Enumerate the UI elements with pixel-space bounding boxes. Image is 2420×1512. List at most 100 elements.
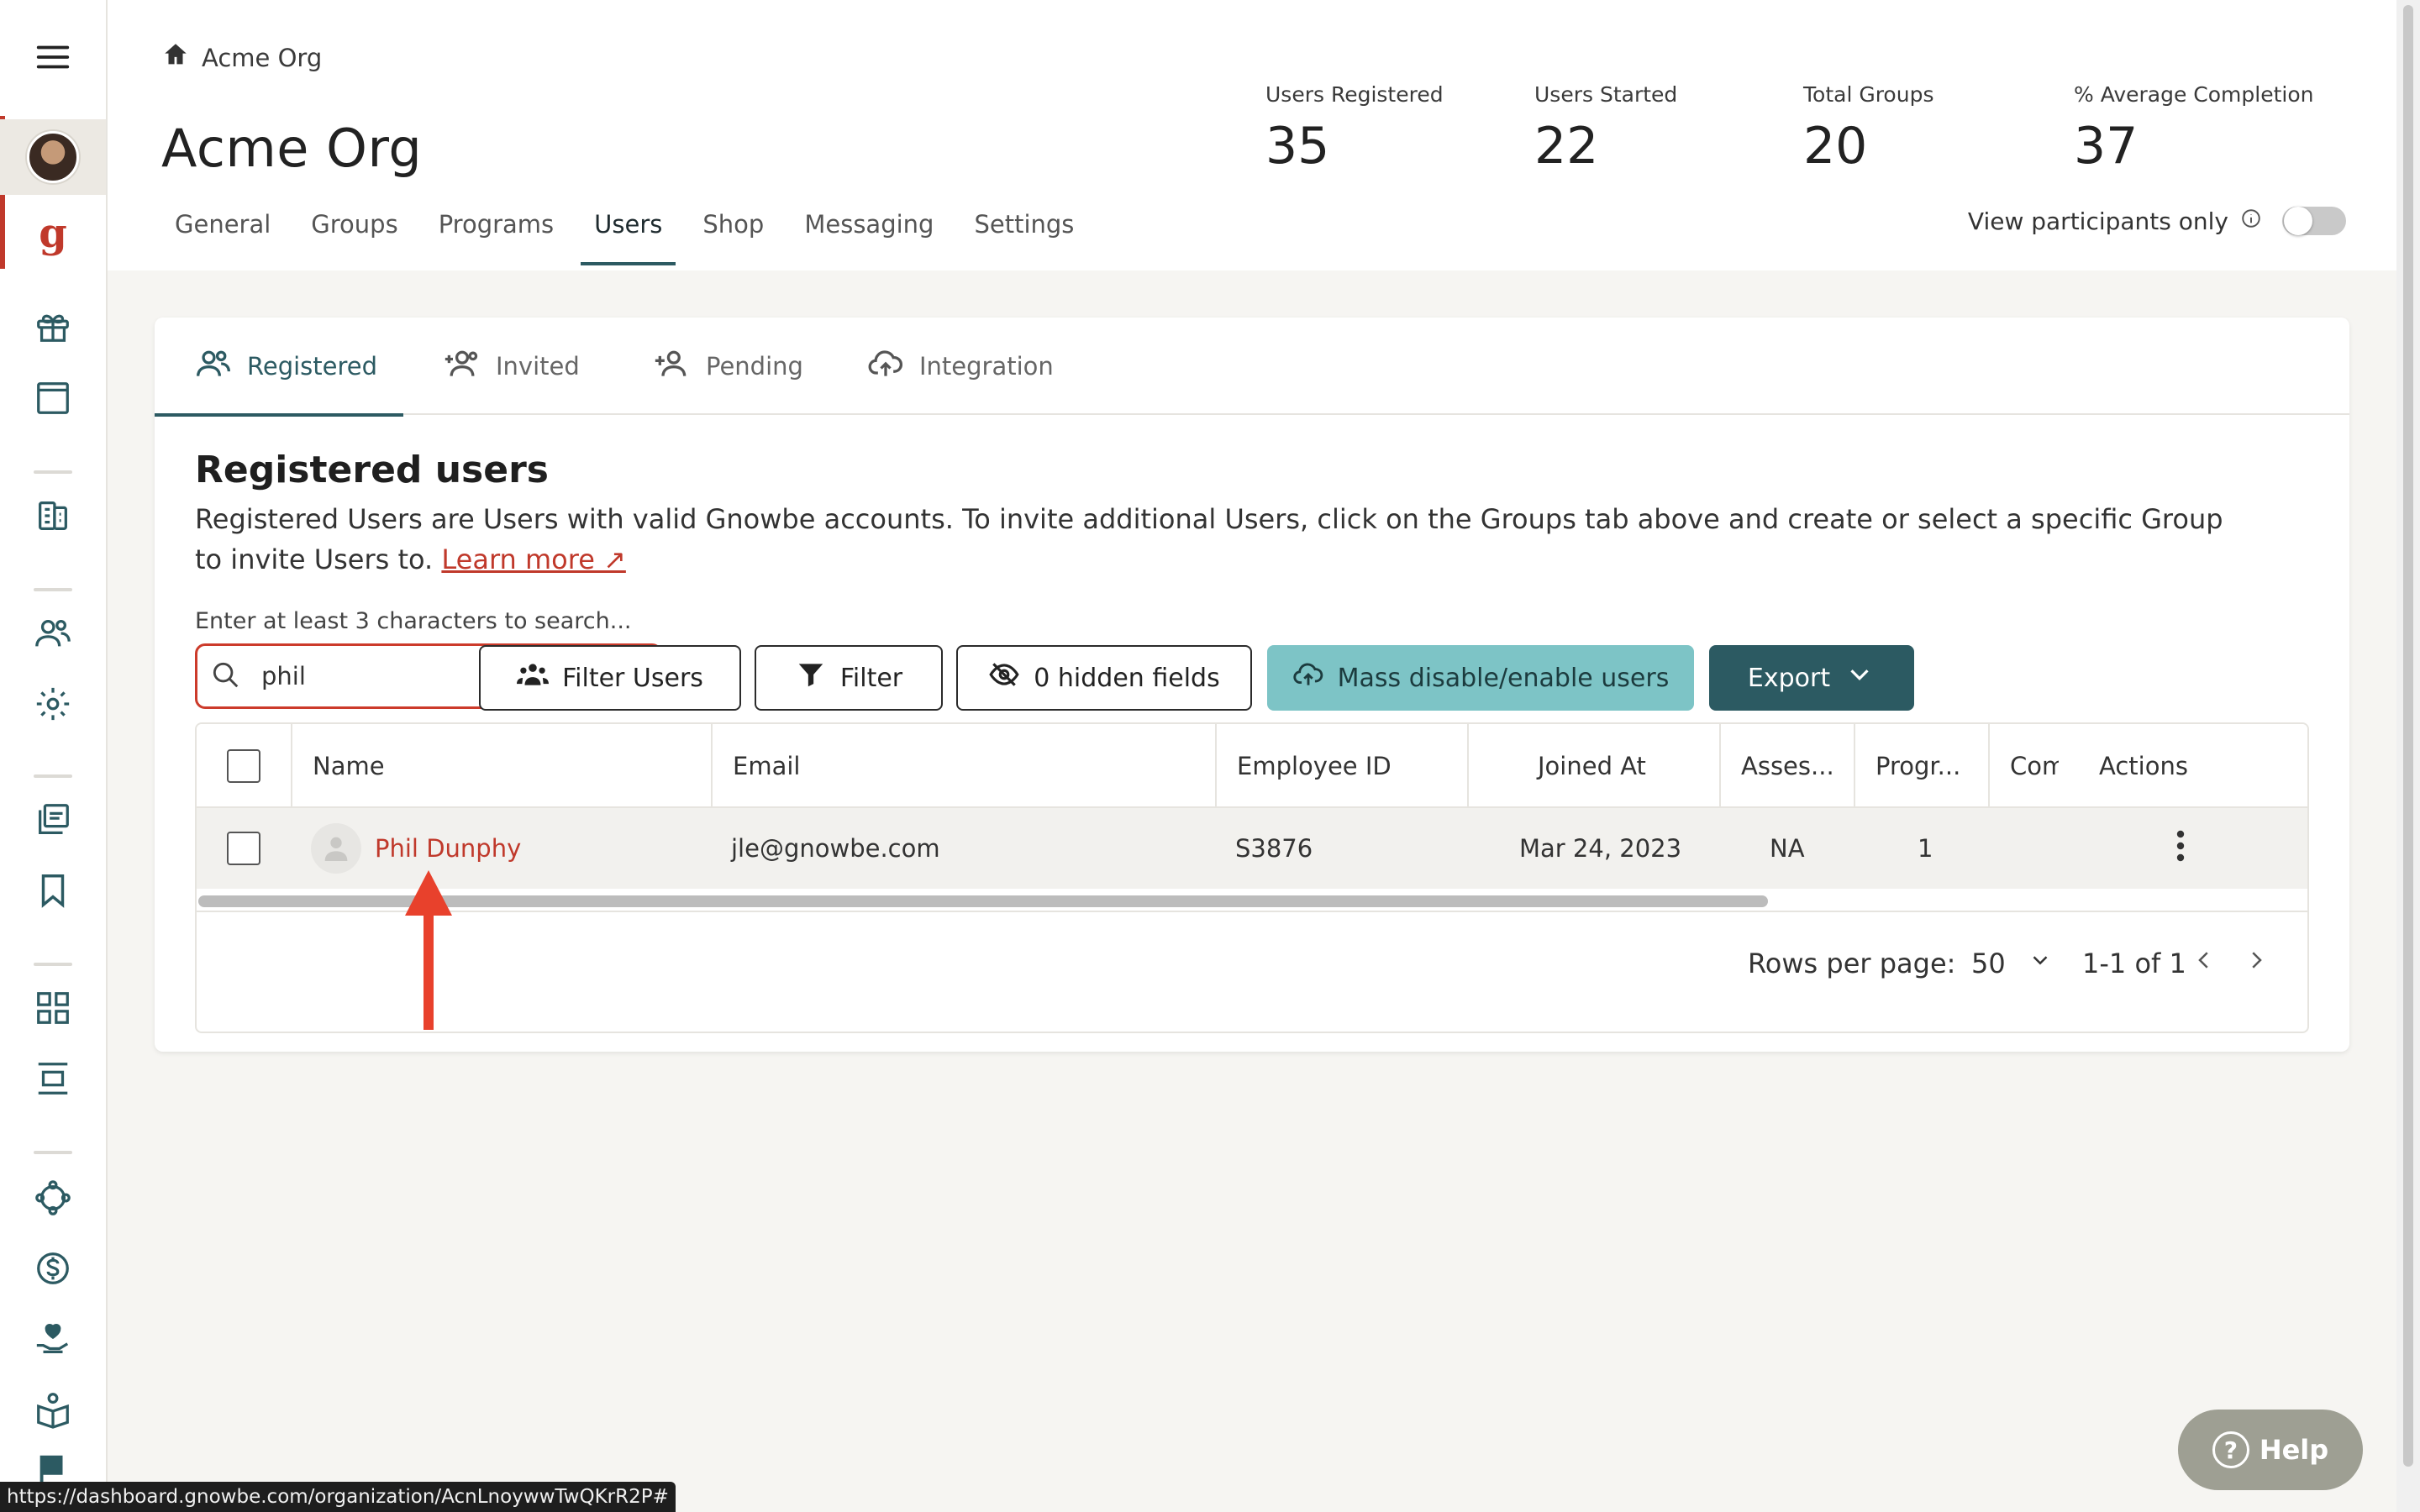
select-all-cell: [197, 724, 291, 808]
table-row[interactable]: Phil Dunphy jle@gnowbe.com S3876 Mar 24,…: [197, 808, 2307, 889]
participants-toggle[interactable]: [2282, 207, 2346, 235]
select-all-checkbox[interactable]: [227, 749, 260, 783]
table-pagination: Rows per page: 50 1-1 of 1: [197, 911, 2307, 1032]
stat-users-started: Users Started 22: [1534, 82, 1786, 176]
chevron-left-icon: [2191, 948, 2217, 979]
subtab-invited[interactable]: Invited: [403, 318, 620, 415]
reports-icon[interactable]: [0, 480, 106, 551]
column-header-assessment[interactable]: Asses...: [1719, 724, 1854, 808]
section-title: Registered users: [195, 449, 549, 491]
eye-off-icon: [988, 659, 1020, 697]
user-subtabs: Registered Invited Pending Integration: [155, 318, 2349, 417]
cell-assessment: NA: [1770, 834, 1805, 863]
users-group-icon: [517, 659, 550, 697]
cell-progress: 1: [1918, 834, 1933, 863]
page-vertical-scrollbar[interactable]: [2396, 0, 2420, 1512]
tab-users[interactable]: Users: [581, 205, 676, 265]
dashboard-grid-icon[interactable]: [0, 973, 106, 1043]
window-icon[interactable]: [0, 363, 106, 433]
users-icon[interactable]: [0, 598, 106, 669]
rail-divider: [34, 588, 72, 591]
tab-settings[interactable]: Settings: [960, 205, 1087, 265]
kebab-menu-icon: [2173, 828, 2188, 869]
left-icon-rail: g: [0, 0, 108, 1512]
column-header-email[interactable]: Email: [711, 724, 1215, 808]
column-header-progress[interactable]: Progr...: [1854, 724, 1988, 808]
tab-programs[interactable]: Programs: [425, 205, 567, 265]
filter-users-button[interactable]: Filter Users: [479, 645, 741, 711]
search-hint: Enter at least 3 characters to search...: [195, 608, 632, 634]
column-header-name[interactable]: Name: [291, 724, 711, 808]
cell-completion: [1988, 808, 2059, 889]
row-actions-menu[interactable]: [2059, 808, 2307, 889]
funnel-icon: [795, 659, 827, 697]
participants-filter: View participants only: [1968, 207, 2346, 235]
users-icon: [195, 345, 232, 388]
integration-icon[interactable]: [0, 1163, 106, 1233]
subtab-label: Registered: [247, 352, 378, 381]
user-avatar-icon: [311, 823, 361, 874]
column-header-joined-at[interactable]: Joined At: [1467, 724, 1719, 808]
menu-icon[interactable]: [0, 22, 106, 92]
help-button[interactable]: ? Help: [2178, 1410, 2363, 1490]
tab-shop[interactable]: Shop: [689, 205, 777, 265]
breadcrumb[interactable]: Acme Org: [161, 40, 322, 75]
users-card: Registered Invited Pending Integration R…: [155, 318, 2349, 1052]
cell-joined-at: Mar 24, 2023: [1519, 834, 1682, 863]
previous-page-button[interactable]: [2191, 912, 2217, 1015]
stat-label: Users Registered: [1265, 82, 1444, 107]
subtab-pending[interactable]: Pending: [613, 318, 844, 415]
button-label: Filter Users: [562, 663, 703, 693]
column-header-actions: Actions: [2099, 752, 2188, 780]
profile-avatar-button[interactable]: [0, 119, 106, 195]
subtab-registered[interactable]: Registered: [155, 318, 403, 417]
billing-dollar-icon[interactable]: [0, 1233, 106, 1304]
learning-icon[interactable]: [0, 1374, 106, 1445]
library-icon[interactable]: [0, 785, 106, 855]
breadcrumb-label: Acme Org: [202, 43, 323, 72]
home-icon: [161, 40, 190, 75]
gnowbe-logo-icon[interactable]: g: [0, 198, 106, 269]
hidden-fields-button[interactable]: 0 hidden fields: [956, 645, 1252, 711]
gear-icon[interactable]: [0, 669, 106, 739]
learn-more-link[interactable]: Learn more ↗: [441, 543, 625, 575]
row-checkbox[interactable]: [227, 832, 260, 865]
user-add-icon: [654, 345, 691, 388]
button-label: Export: [1747, 663, 1831, 693]
org-header: Acme Org Acme Org Users Registered 35 Us…: [108, 0, 2396, 270]
layout-icon[interactable]: [0, 1043, 106, 1114]
tab-general[interactable]: General: [161, 205, 284, 265]
help-question-icon: ?: [2212, 1431, 2249, 1468]
stat-value: 35: [1265, 117, 1330, 176]
tab-groups[interactable]: Groups: [297, 205, 411, 265]
participants-label: View participants only: [1967, 207, 2228, 235]
tab-messaging[interactable]: Messaging: [791, 205, 947, 265]
subtab-integration[interactable]: Integration: [827, 318, 1094, 415]
button-label: Mass disable/enable users: [1337, 663, 1670, 693]
column-header-employee-id[interactable]: Employee ID: [1215, 724, 1467, 808]
stat-label: Users Started: [1534, 82, 1678, 107]
charity-hand-heart-icon[interactable]: [0, 1304, 106, 1374]
next-page-button[interactable]: [2244, 912, 2269, 1015]
org-nav-tabs: General Groups Programs Users Shop Messa…: [161, 205, 1101, 265]
user-name-link[interactable]: Phil Dunphy: [375, 834, 521, 863]
cell-name: Phil Dunphy: [291, 808, 711, 889]
export-button[interactable]: Export: [1709, 645, 1914, 711]
gift-icon[interactable]: [0, 291, 106, 361]
stat-label: Total Groups: [1803, 82, 1934, 107]
mass-disable-enable-button[interactable]: Mass disable/enable users: [1267, 645, 1694, 711]
help-label: Help: [2259, 1434, 2329, 1466]
chevron-right-icon: [2244, 948, 2269, 979]
bookmark-icon[interactable]: [0, 855, 106, 926]
info-icon[interactable]: [2240, 207, 2262, 235]
user-plus-group-icon: [444, 345, 481, 388]
rows-per-page-select[interactable]: 50: [1971, 912, 2053, 1015]
filter-button[interactable]: Filter: [755, 645, 943, 711]
scrollbar-thumb[interactable]: [2403, 5, 2413, 1467]
stat-users-registered: Users Registered 35: [1265, 82, 1518, 176]
cell-employee-id: S3876: [1235, 834, 1313, 863]
subtab-label: Integration: [919, 352, 1054, 381]
column-header-completion[interactable]: Com: [1988, 724, 2059, 808]
chevron-down-icon: [2028, 948, 2053, 979]
rows-per-page-label: Rows per page:: [1748, 948, 1956, 979]
